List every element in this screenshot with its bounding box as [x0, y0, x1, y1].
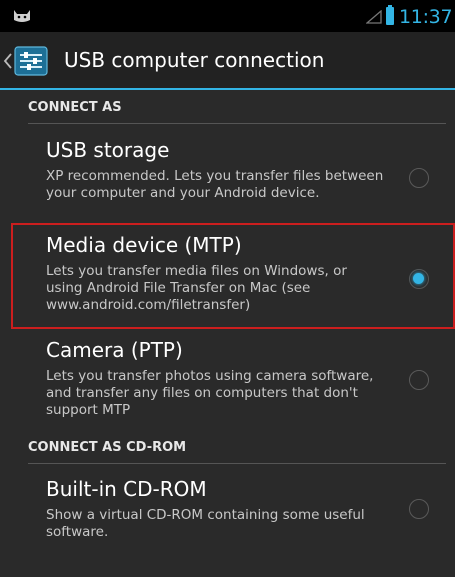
up-caret-icon[interactable]	[3, 52, 13, 70]
signal-icon	[366, 10, 382, 24]
option-description: Lets you transfer photos using camera so…	[46, 368, 374, 418]
status-bar: 11:37PM	[0, 0, 455, 32]
radio-button-built-in-cd-rom[interactable]	[409, 499, 429, 519]
selection-highlight	[11, 223, 455, 329]
settings-sliders-icon[interactable]	[14, 46, 48, 76]
page-title: USB computer connection	[64, 48, 325, 72]
section-header-connect-as: CONNECT AS	[28, 100, 446, 124]
status-time: 11:37PM	[399, 6, 455, 28]
option-title: Camera (PTP)	[46, 338, 183, 362]
option-title: Built-in CD-ROM	[46, 477, 207, 501]
notification-cat-icon	[14, 10, 30, 22]
section-header-connect-as-cd-rom: CONNECT AS CD-ROM	[28, 440, 446, 464]
radio-button-usb-storage[interactable]	[409, 168, 429, 188]
option-built-in-cd-rom[interactable]: Built-in CD-ROM Show a virtual CD-ROM co…	[14, 477, 445, 547]
status-time-value: 11:37	[399, 6, 453, 28]
battery-icon	[386, 5, 394, 25]
radio-button-camera-ptp[interactable]	[409, 370, 429, 390]
action-bar: USB computer connection	[0, 32, 455, 90]
option-usb-storage[interactable]: USB storage XP recommended. Lets you tra…	[14, 138, 445, 222]
option-description: Show a virtual CD-ROM containing some us…	[46, 507, 365, 540]
option-camera-ptp[interactable]: Camera (PTP) Lets you transfer photos us…	[14, 338, 445, 428]
option-title: USB storage	[46, 138, 170, 162]
option-description: XP recommended. Lets you transfer files …	[46, 168, 384, 201]
